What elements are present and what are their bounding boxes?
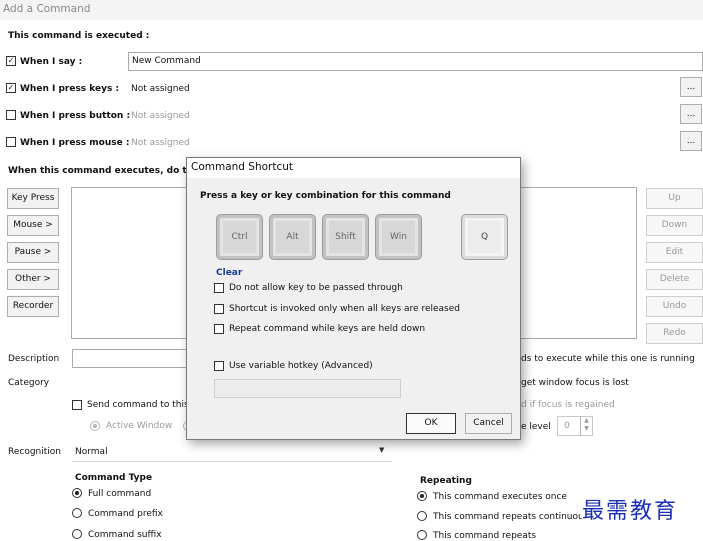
active-window-label: Active Window [106,421,173,431]
down-button[interactable]: Down [646,215,703,236]
dialog-title-bar: Command Shortcut [187,158,520,178]
recognition-label: Recognition [8,447,61,457]
chevron-down-icon: ▼ [379,446,385,454]
up-button[interactable]: Up [646,188,703,209]
button-assign-button[interactable]: ... [680,104,702,124]
command-suffix-radio[interactable] [72,529,82,539]
executes-once-label: This command executes once [433,492,567,502]
q-key[interactable]: Q [461,214,508,260]
shift-key[interactable]: Shift [322,214,369,260]
level-label: e level [521,422,551,432]
category-combobox[interactable] [72,373,192,392]
redo-button[interactable]: Redo [646,323,703,344]
keys-value: Not assigned [131,84,190,94]
edit-button[interactable]: Edit [646,242,703,263]
window-title-bar: Add a Command [0,0,703,20]
when-i-press-mouse-label: When I press mouse : [20,138,130,148]
ctrl-key[interactable]: Ctrl [216,214,263,260]
released-label: Shortcut is invoked only when all keys a… [229,304,460,314]
pass-through-label: Do not allow key to be passed through [229,283,403,293]
level-value: 0 [564,421,570,431]
repeats-continuously-label: This command repeats continuou [433,512,584,522]
actions-header: When this command executes, do the f [8,166,207,176]
key-press-button[interactable]: Key Press [7,188,59,209]
window-title: Add a Command [3,3,91,15]
repeating-header: Repeating [420,476,472,486]
dialog-title: Command Shortcut [191,161,294,173]
command-prefix-radio[interactable] [72,508,82,518]
command-shortcut-dialog: Command Shortcut Press a key or key comb… [186,157,521,440]
stop-focus-lost-text: get window focus is lost [521,378,629,388]
when-i-press-button-checkbox[interactable] [6,110,16,120]
level-spinner[interactable]: 0 ▲ ▼ [557,416,593,436]
executes-once-radio[interactable] [417,491,427,501]
mouse-button[interactable]: Mouse > [7,215,59,236]
level-spin-arrows-icon[interactable]: ▲ ▼ [580,417,592,435]
when-i-press-keys-label: When I press keys : [20,84,120,94]
mouse-assign-button[interactable]: ... [680,131,702,151]
full-command-radio[interactable] [72,488,82,498]
command-type-header: Command Type [75,473,153,483]
full-command-label: Full command [88,489,152,499]
when-i-press-button-label: When I press button : [20,111,131,121]
command-prefix-label: Command prefix [88,509,163,519]
description-label: Description [8,354,60,364]
variable-hotkey-label: Use variable hotkey (Advanced) [229,361,373,371]
clear-link[interactable]: Clear [216,268,242,278]
variable-hotkey-checkbox[interactable] [214,361,224,371]
active-window-radio[interactable] [90,421,100,431]
resume-focus-text: d if focus is regained [521,400,615,410]
win-key[interactable]: Win [375,214,422,260]
alt-key[interactable]: Alt [269,214,316,260]
triggers-header: This command is executed : [8,31,150,41]
keys-assign-button[interactable]: ... [680,77,702,97]
category-label: Category [8,378,50,388]
pass-through-checkbox[interactable] [214,283,224,293]
released-checkbox[interactable] [214,304,224,314]
cancel-button[interactable]: Cancel [465,413,512,434]
delete-button[interactable]: Delete [646,269,703,290]
send-command-label: Send command to this [87,400,189,410]
repeats-continuously-radio[interactable] [417,511,427,521]
watermark-logo: 最需教育 [582,493,679,525]
send-command-checkbox[interactable] [72,400,82,410]
when-i-say-value: New Command [132,56,201,66]
variable-hotkey-input[interactable] [214,379,401,398]
button-value: Not assigned [131,111,190,121]
ok-button[interactable]: OK [406,413,456,434]
dialog-prompt: Press a key or key combination for this … [200,191,451,201]
when-i-say-checkbox[interactable]: ✓ [6,56,16,66]
recognition-select[interactable]: Normal ▼ [72,443,392,462]
allow-other-commands-text: ds to execute while this one is running [521,354,695,364]
when-i-say-input[interactable]: New Command [128,52,703,71]
repeat-held-label: Repeat command while keys are held down [229,324,426,334]
repeat-held-checkbox[interactable] [214,324,224,334]
mouse-value: Not assigned [131,138,190,148]
repeats-times-label: This command repeats [433,531,537,541]
recognition-value: Normal [75,447,108,457]
description-input[interactable] [72,349,192,368]
recorder-button[interactable]: Recorder [7,296,59,317]
when-i-press-keys-checkbox[interactable]: ✓ [6,83,16,93]
other-button[interactable]: Other > [7,269,59,290]
undo-button[interactable]: Undo [646,296,703,317]
when-i-say-label: When I say : [20,57,83,67]
when-i-press-mouse-checkbox[interactable] [6,137,16,147]
pause-button[interactable]: Pause > [7,242,59,263]
